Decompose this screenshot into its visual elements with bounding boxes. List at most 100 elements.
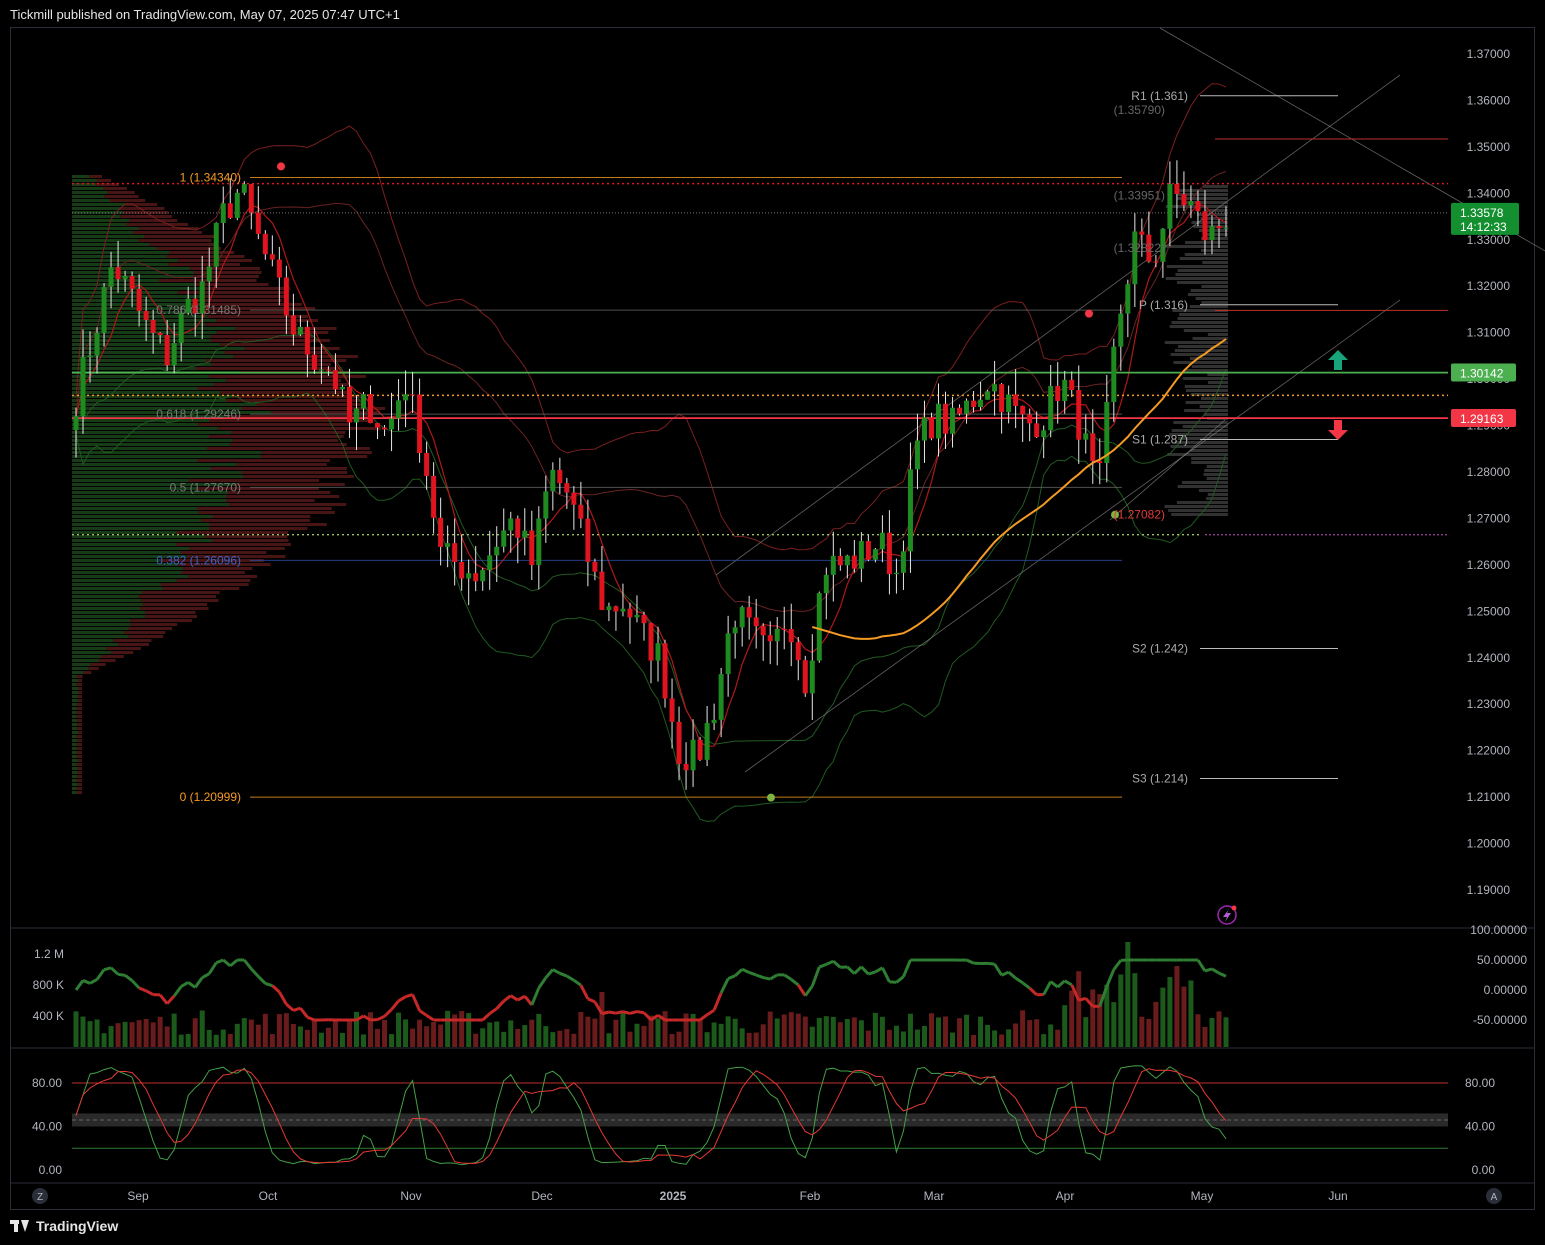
oscillator-segment — [383, 1008, 393, 1018]
volume-bar — [585, 1016, 591, 1047]
candle-body — [704, 723, 710, 760]
candle-body — [1006, 394, 1012, 413]
profile-bar — [77, 775, 82, 778]
profile-bar — [72, 387, 198, 390]
candle-body — [943, 403, 949, 434]
profile-bar — [72, 763, 77, 766]
volume-bar — [704, 1032, 710, 1047]
profile-bar — [176, 531, 289, 534]
profile-bar — [168, 263, 241, 266]
osc-tick: 0.00000 — [1484, 983, 1528, 997]
price-tick: 1.27000 — [1467, 511, 1511, 525]
profile-bar — [72, 727, 78, 730]
profile-bar — [209, 527, 308, 530]
oscillator-segment — [376, 1014, 386, 1022]
stoch-tick-left: 80.00 — [32, 1076, 62, 1090]
candle-body — [999, 384, 1005, 413]
fib-label: 0.382 (1.26096) — [156, 553, 241, 567]
profile-bar — [209, 523, 327, 526]
volume-bar — [1027, 1020, 1033, 1047]
oscillator-segment — [902, 959, 912, 978]
profile-bar-right — [1199, 405, 1228, 408]
profile-bar-right — [1206, 477, 1228, 480]
profile-bar — [72, 383, 214, 386]
volume-bar — [872, 1012, 878, 1047]
candle-body — [858, 541, 864, 569]
profile-bar-right — [1201, 301, 1228, 304]
volume-bar — [578, 1012, 584, 1047]
candle-body — [739, 607, 745, 628]
volume-bar — [248, 1019, 254, 1047]
profile-bar — [72, 779, 77, 782]
candle-body — [1062, 379, 1068, 401]
candle-body — [410, 394, 416, 396]
volume-bar — [382, 1019, 388, 1047]
profile-bar — [72, 179, 97, 182]
candle-body — [178, 312, 184, 344]
candle-body — [115, 267, 121, 280]
volume-bar — [466, 1013, 472, 1047]
oscillator-segment — [299, 1007, 309, 1019]
arrow-up-icon — [1328, 350, 1348, 370]
candle-body — [339, 386, 345, 390]
candle-body — [690, 739, 696, 771]
volume-tick: 400 K — [33, 1009, 64, 1023]
profile-bar — [176, 579, 251, 582]
profile-bar — [72, 767, 78, 770]
volume-bar — [73, 1011, 79, 1047]
tradingview-brand[interactable]: TradingView — [10, 1218, 118, 1234]
profile-bar — [72, 703, 77, 706]
profile-bar — [72, 523, 210, 526]
oscillator-segment — [1014, 976, 1024, 985]
oscillator-segment — [201, 972, 210, 979]
profile-bar — [76, 703, 82, 706]
candle-body — [676, 721, 682, 764]
oscillator-segment — [145, 989, 154, 996]
profile-bar — [261, 451, 372, 454]
profile-bar — [72, 463, 237, 466]
oscillator-segment — [1211, 967, 1220, 975]
profile-bar — [213, 383, 349, 386]
oscillator-segment — [222, 958, 232, 968]
volume-bar — [1223, 1017, 1229, 1047]
candle-body — [1041, 430, 1047, 438]
candle-body — [781, 628, 787, 630]
candle-body — [234, 192, 240, 218]
candle-body — [290, 315, 296, 335]
profile-bar — [77, 719, 82, 722]
profile-bar-right — [1182, 425, 1228, 428]
candle-body — [900, 551, 906, 573]
volume-bar — [185, 1033, 191, 1047]
volume-bar — [1153, 1001, 1159, 1047]
volume-bar — [669, 1034, 675, 1047]
volume-bar — [1013, 1023, 1019, 1047]
volume-bar — [613, 1019, 619, 1047]
volume-bar — [550, 1032, 556, 1047]
volume-bar — [108, 1026, 114, 1047]
profile-bar — [72, 367, 196, 370]
profile-bar-right — [1184, 409, 1228, 412]
profile-bar — [72, 575, 189, 578]
candle-body — [361, 394, 366, 409]
profile-bar — [72, 615, 146, 618]
pivot-label: S1 (1.287) — [1132, 432, 1188, 446]
volume-bar — [985, 1024, 991, 1047]
volume-bar — [501, 1031, 507, 1047]
profile-bar — [72, 635, 129, 638]
time-tick: Nov — [400, 1189, 421, 1203]
profile-bar — [210, 335, 314, 338]
profile-bar — [76, 763, 82, 766]
oscillator-segment — [418, 1009, 428, 1017]
profile-bar-right — [1183, 369, 1228, 372]
profile-bar — [72, 475, 244, 478]
volume-bar — [269, 1034, 275, 1047]
chart-svg[interactable]: 1 (1.34340) 0.786 (1.31485) 0.618 (1.29246… — [0, 0, 1545, 1245]
profile-bar — [72, 747, 78, 750]
profile-bar — [72, 259, 178, 262]
profile-bar-right — [1183, 329, 1228, 332]
osc-tick: -50.00000 — [1473, 1013, 1527, 1027]
profile-bar — [229, 443, 347, 446]
candle-body — [382, 427, 388, 430]
price-tick: 1.32000 — [1467, 279, 1511, 293]
profile-bar-right — [1182, 481, 1228, 484]
